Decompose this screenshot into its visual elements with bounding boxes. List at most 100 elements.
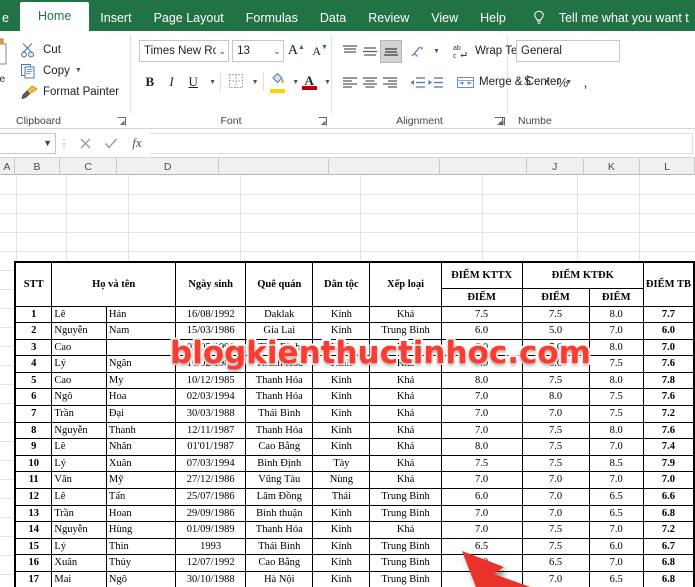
cut-button[interactable]: Cut xyxy=(20,39,130,60)
cell-ten[interactable]: Xuân xyxy=(105,454,177,473)
cell-ten[interactable]: Tấn xyxy=(105,488,177,506)
cell-dt[interactable]: Kinh xyxy=(312,438,371,456)
font-size-combo[interactable]: 13 ⌄ xyxy=(232,40,284,62)
table-row[interactable]: 17 Mai Ngô 30/10/1988 Hà Nội Kinh Trung Bình 7.… xyxy=(14,571,695,587)
confirm-entry-button[interactable] xyxy=(98,132,124,154)
cell-stt[interactable]: 13 xyxy=(14,504,53,523)
cell-s1[interactable]: 7.0 xyxy=(440,571,523,587)
cell-tb[interactable]: 7.2 xyxy=(642,405,695,423)
cell-ten[interactable]: Hùng xyxy=(105,521,177,539)
cell-qq[interactable]: Thanh Hóa xyxy=(245,388,314,407)
table-row[interactable]: 5 Cao My 10/12/1985 Thanh Hóa Kinh Khá 8.0 7.5 8.… xyxy=(14,371,695,390)
cell-s2[interactable]: 7.0 xyxy=(521,471,590,490)
cell-ten[interactable]: Đại xyxy=(105,405,177,423)
cell-dt[interactable]: Kinh xyxy=(312,388,371,407)
tab-file[interactable]: e xyxy=(0,5,20,31)
cell-xl[interactable]: Khá xyxy=(369,454,442,473)
format-painter-button[interactable]: Format Painter xyxy=(20,81,130,102)
cell-tb[interactable]: 6.7 xyxy=(642,537,695,556)
cell-dob[interactable]: 10/12/1985 xyxy=(175,371,247,390)
cell-s1[interactable]: 6.0 xyxy=(440,488,523,506)
currency-dropdown-caret-icon[interactable]: ▼ xyxy=(544,79,551,86)
align-bottom-button[interactable] xyxy=(380,39,402,63)
cell-s3[interactable]: 6.5 xyxy=(588,571,644,587)
cell-s3[interactable]: 7.5 xyxy=(588,388,644,407)
chevron-down-icon[interactable]: ⌄ xyxy=(273,46,281,57)
cell-ten[interactable]: Hán xyxy=(105,305,177,324)
cell-dob[interactable]: 27/12/1986 xyxy=(175,471,247,490)
formula-bar-handle[interactable]: ⋮ xyxy=(56,137,72,150)
cell-tb[interactable]: 7.8 xyxy=(642,371,695,390)
percent-format-button[interactable]: % xyxy=(551,71,574,94)
cell-dt[interactable]: Kinh xyxy=(312,537,371,556)
cell-ten[interactable]: Nam xyxy=(105,322,177,340)
cell-s1[interactable]: 7.5 xyxy=(440,454,523,473)
cell-stt[interactable]: 6 xyxy=(14,388,53,407)
table-row[interactable]: 10 Lý Xuân 07/03/1994 Bình Định Tày Khá 7.5 7.5 8… xyxy=(14,454,695,473)
column-header-K[interactable]: K xyxy=(584,158,641,175)
cell-xl[interactable]: Khá xyxy=(369,421,442,440)
tab-home[interactable]: Home xyxy=(19,2,90,31)
cell-s1[interactable]: 7.0 xyxy=(440,521,523,539)
column-header-J[interactable]: J xyxy=(527,158,584,175)
cell-qq[interactable]: Vũng Tàu xyxy=(245,471,314,490)
font-name-combo[interactable]: Times New Ror ⌄ xyxy=(139,40,230,62)
decrease-indent-button[interactable] xyxy=(408,71,426,94)
cell-s3[interactable]: 7.0 xyxy=(588,322,644,340)
cell-dob[interactable]: 16/08/1992 xyxy=(175,305,247,324)
column-header-B[interactable]: B xyxy=(15,158,61,175)
cell-ten[interactable]: Nhân xyxy=(105,438,177,456)
cell-s3[interactable]: 7.0 xyxy=(588,471,644,490)
cell-s1[interactable]: 7.0 xyxy=(440,554,523,572)
cell-s3[interactable]: 7.5 xyxy=(588,405,644,423)
cancel-entry-button[interactable] xyxy=(72,132,98,154)
bold-button[interactable]: B xyxy=(139,71,161,94)
cell-s3[interactable]: 7.0 xyxy=(588,554,644,572)
cell-ten[interactable]: Hoa xyxy=(105,388,177,407)
worksheet-grid[interactable]: blogkienthuctinhoc.com STT Họ và tên Ngà… xyxy=(0,175,695,587)
cell-xl[interactable]: Trung Bình xyxy=(369,488,442,506)
column-header-gap-6[interactable] xyxy=(440,158,527,175)
cell-xl[interactable]: Trung Bình xyxy=(369,504,442,523)
cell-tb[interactable]: 7.2 xyxy=(642,521,695,539)
align-center-button[interactable] xyxy=(360,71,380,94)
borders-dropdown-caret-icon[interactable]: ▼ xyxy=(252,79,259,86)
cell-ho[interactable]: Nguyễn xyxy=(51,421,107,440)
cell-s2[interactable]: 7.0 xyxy=(521,488,590,506)
table-row[interactable]: 14 Nguyễn Hùng 01/09/1989 Thanh Hóa Kinh Khá 7.… xyxy=(14,521,695,539)
cell-tb[interactable]: 6.6 xyxy=(642,488,695,506)
cell-ho[interactable]: Xuân xyxy=(51,554,107,572)
cell-xl[interactable]: Khá xyxy=(369,405,442,423)
cell-s2[interactable]: 8.0 xyxy=(521,388,590,407)
orientation-button[interactable] xyxy=(410,40,428,63)
cell-s1[interactable]: 7.0 xyxy=(440,388,523,407)
cell-s3[interactable]: 6.5 xyxy=(588,504,644,523)
table-row[interactable]: 1 Lê Hán 16/08/1992 Daklak Kinh Khá 7.5 7.5 8.0 7.… xyxy=(14,305,695,324)
underline-button[interactable]: U xyxy=(182,71,204,94)
tab-help[interactable]: Help xyxy=(469,5,517,31)
cell-qq[interactable]: Thanh Hóa xyxy=(245,421,314,440)
cell-tb[interactable]: 7.0 xyxy=(642,471,695,490)
copy-button[interactable]: Copy ▼ xyxy=(20,60,130,81)
cell-ten[interactable]: Ngô xyxy=(105,571,177,587)
italic-button[interactable]: I xyxy=(161,71,183,94)
cell-tb[interactable]: 7.9 xyxy=(642,454,695,473)
cell-qq[interactable]: Bình thuận xyxy=(245,504,314,523)
cell-s2[interactable]: 7.5 xyxy=(521,521,590,539)
cell-xl[interactable]: Trung Bình xyxy=(369,537,442,556)
cell-dob[interactable]: 12/07/1992 xyxy=(175,554,247,572)
tell-me-box[interactable]: Tell me what you want t xyxy=(531,5,689,31)
table-row[interactable]: 7 Trần Đại 30/03/1988 Thái Bình Kinh Khá 7.0 7.0… xyxy=(14,405,695,423)
font-color-button[interactable]: A xyxy=(299,71,319,94)
cell-stt[interactable]: 4 xyxy=(14,355,53,373)
copy-dropdown-caret-icon[interactable]: ▼ xyxy=(75,67,82,74)
cell-s1[interactable]: 7.0 xyxy=(440,405,523,423)
cell-xl[interactable]: Khá xyxy=(369,305,442,324)
cell-xl[interactable]: Khá xyxy=(369,388,442,407)
cell-ho[interactable]: Lê xyxy=(51,305,107,324)
cell-stt[interactable]: 14 xyxy=(14,521,53,539)
cell-ho[interactable]: Văn xyxy=(51,471,107,490)
cell-s2[interactable]: 7.5 xyxy=(521,438,590,456)
column-header-C[interactable]: C xyxy=(60,158,118,175)
cell-dob[interactable]: 02/03/1994 xyxy=(175,388,247,407)
